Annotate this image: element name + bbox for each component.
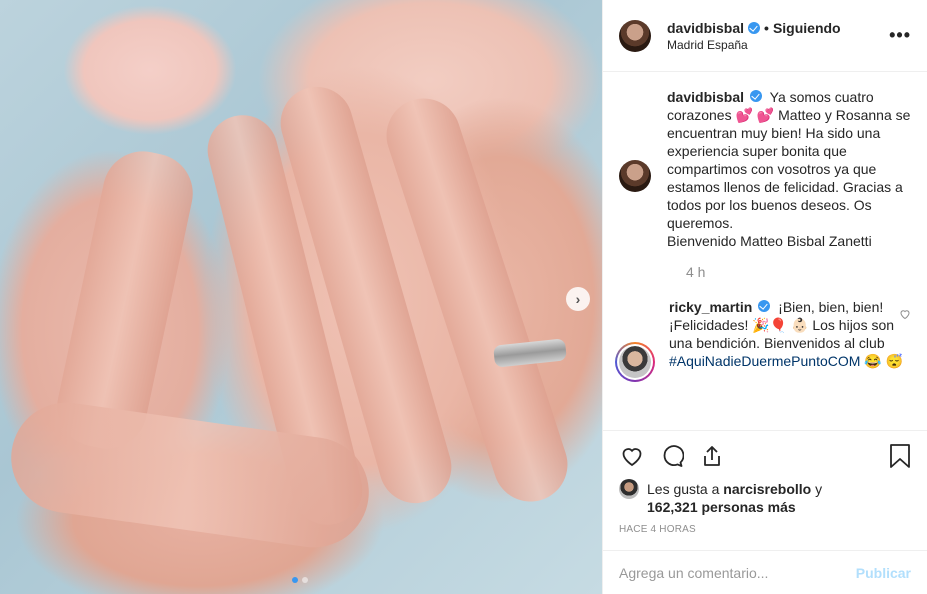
save-bookmark-icon[interactable] [889,443,911,472]
comment-text-block: ricky_martin ¡Bien, bien, bien!¡Felicida… [669,298,911,370]
like-comment-heart-icon[interactable] [899,308,911,323]
comments-section: davidbisbal Ya somos cuatro corazones 💕 … [603,72,927,430]
likes-summary: Les gusta a narcisrebollo y 162,321 pers… [603,479,927,520]
liker-username[interactable]: narcisrebollo [723,481,811,497]
comment-username[interactable]: ricky_martin [669,299,752,315]
likes-conj: y [815,481,823,497]
post-header: davidbisbal • Siguiendo Madrid España ••… [603,0,927,72]
add-comment-bar: Publicar [603,550,927,594]
comment-emoji: 😂 😴 [864,353,904,369]
caption: davidbisbal Ya somos cuatro corazones 💕 … [619,88,911,250]
commenter-avatar [619,346,651,378]
carousel-dot [292,577,298,583]
caption-text-line2: Bienvenido Matteo Bisbal Zanetti [667,233,872,249]
author-username[interactable]: davidbisbal [667,20,744,36]
more-options-icon[interactable]: ••• [889,25,911,46]
like-heart-icon[interactable] [619,443,645,469]
comment-item: ricky_martin ¡Bien, bien, bien!¡Felicida… [615,298,911,382]
verified-badge-icon [758,300,771,312]
share-upload-icon[interactable] [699,443,725,469]
caption-time[interactable]: 4 h [686,264,911,280]
caption-text: Ya somos cuatro corazones 💕 💕 Matteo y R… [667,89,911,231]
author-info: davidbisbal • Siguiendo Madrid España [667,20,889,52]
commenter-avatar-story-ring[interactable] [615,342,655,382]
post-side-panel: davidbisbal • Siguiendo Madrid España ••… [602,0,927,594]
caption-username[interactable]: davidbisbal [667,89,744,105]
comment-hashtag-link[interactable]: #AquiNadieDuermePuntoCOM [669,353,860,369]
caption-author-avatar[interactable] [619,160,651,192]
carousel-indicator [292,577,308,583]
likes-prefix: Les gusta a [647,481,720,497]
liker-avatar[interactable] [619,479,639,499]
post-actions-bar [603,430,927,480]
verified-badge-icon [748,21,761,34]
post-photo[interactable]: › [0,0,602,594]
add-comment-input[interactable] [619,564,856,581]
carousel-dot [302,577,308,583]
instagram-post-view: › davidbisbal • Siguiendo Madrid España … [0,0,927,594]
following-button[interactable]: Siguiendo [773,20,841,36]
post-location[interactable]: Madrid España [667,38,889,52]
verified-badge-icon [750,90,763,102]
publish-button[interactable]: Publicar [856,565,911,581]
post-timestamp[interactable]: HACE 4 HORAS [603,520,927,550]
comment-bubble-icon[interactable] [659,443,685,469]
likes-count[interactable]: 162,321 personas más [647,499,796,515]
next-photo-button[interactable]: › [566,287,590,311]
likes-text: Les gusta a narcisrebollo y 162,321 pers… [647,480,822,516]
separator-dot: • [764,19,769,36]
caption-text-block: davidbisbal Ya somos cuatro corazones 💕 … [667,88,911,250]
author-avatar[interactable] [619,19,651,52]
